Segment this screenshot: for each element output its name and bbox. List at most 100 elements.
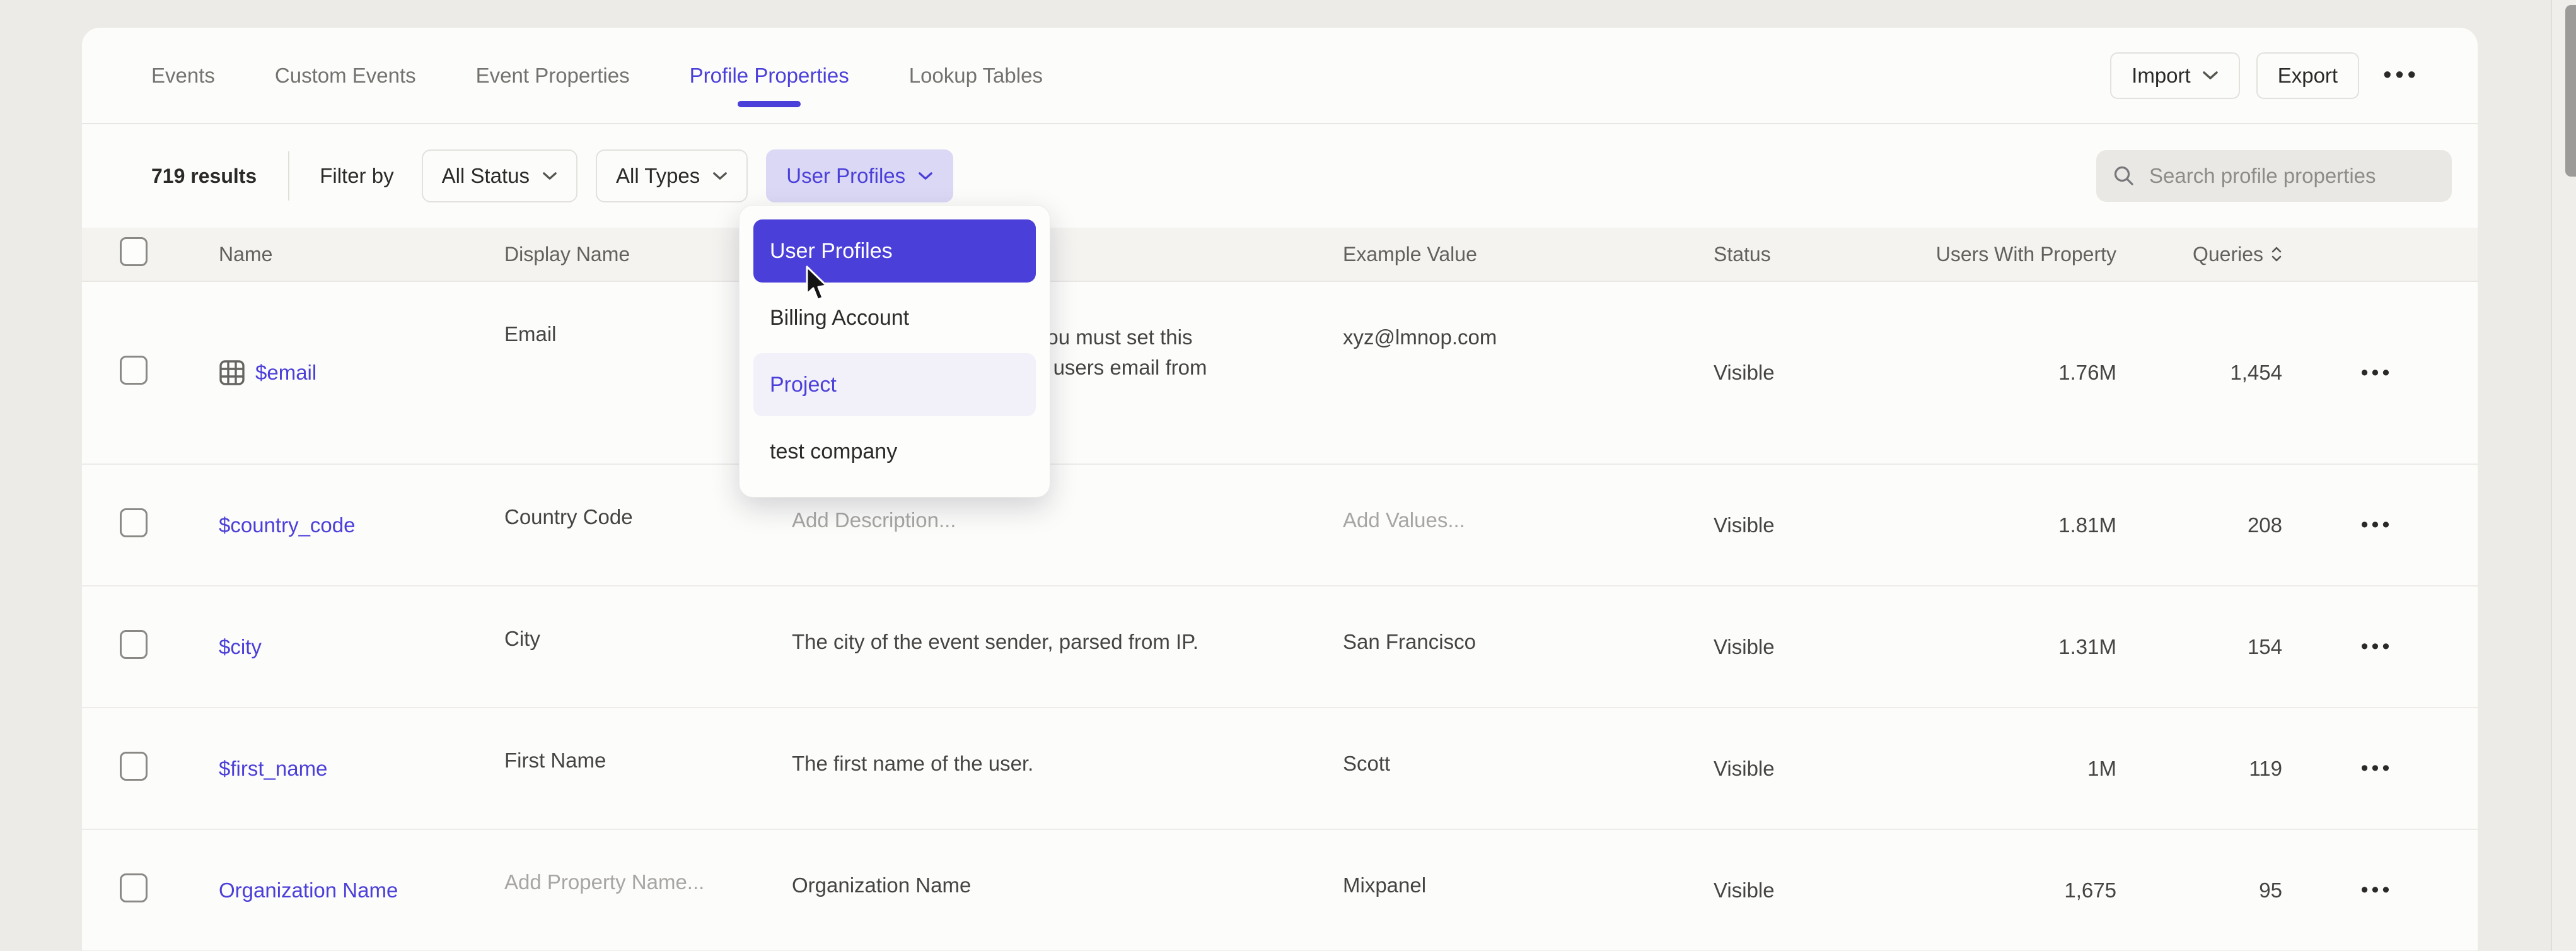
menu-item-test-company[interactable]: test company [753,420,1036,483]
vertical-divider [288,151,289,201]
property-name-link[interactable]: $city [219,635,262,659]
results-count: 719 results [151,165,257,188]
table-row: $email Email The user's email address. Y… [82,282,2478,465]
menu-item-user-profiles[interactable]: User Profiles [753,219,1036,283]
vertical-scrollbar [2551,0,2576,951]
row-checkbox[interactable] [120,508,148,537]
table-header: Name Display Name Description Example Va… [82,228,2478,282]
queries-cell: 95 [2116,878,2282,902]
example-value-cell[interactable]: Add Values... [1343,465,1714,535]
menu-item-billing-account[interactable]: Billing Account [753,286,1036,349]
import-button-label: Import [2132,64,2191,88]
row-checkbox[interactable] [120,630,148,659]
status-cell[interactable]: Visible [1714,361,1935,385]
entity-filter-dropdown[interactable]: User Profiles [766,149,953,202]
table-row: Organization Name Add Property Name... O… [82,830,2478,951]
table-row: $city City The city of the event sender,… [82,586,2478,708]
tab-label: Custom Events [275,64,416,88]
display-name-cell[interactable]: City [504,586,792,651]
status-cell[interactable]: Visible [1714,513,1935,537]
property-name-link[interactable]: $country_code [219,513,355,537]
row-checkbox[interactable] [120,356,148,385]
users-with-property-cell: 1.81M [1935,513,2116,537]
header-name: Name [219,243,504,266]
description-cell[interactable]: The first name of the user. [792,708,1343,779]
header-users-with-property: Users With Property [1935,243,2116,266]
queries-cell: 208 [2116,513,2282,537]
search-box[interactable] [2096,150,2452,202]
row-checkbox[interactable] [120,752,148,781]
tabs: Events Custom Events Event Properties Pr… [151,27,1043,124]
table-row: $country_code Country Code Add Descripti… [82,465,2478,586]
display-name-cell[interactable]: Add Property Name... [504,830,792,894]
tab-bar: Events Custom Events Event Properties Pr… [82,28,2478,124]
export-button[interactable]: Export [2256,52,2359,99]
tab-label: Lookup Tables [909,64,1043,88]
entity-filter-label: User Profiles [786,164,905,188]
tab-label: Events [151,64,215,88]
table-row: $first_name First Name The first name of… [82,708,2478,830]
tab-custom-events[interactable]: Custom Events [275,27,416,124]
header-checkbox-cell [120,237,219,271]
queries-cell: 1,454 [2116,361,2282,385]
status-cell[interactable]: Visible [1714,757,1935,781]
lexicon-screen: Events Custom Events Event Properties Pr… [0,0,2576,951]
header-queries-sort[interactable]: Queries [2116,243,2282,266]
header-status: Status [1714,243,1935,266]
property-name-link[interactable]: $first_name [219,757,327,781]
row-actions-button[interactable]: ••• [2361,878,2393,902]
table-grid-icon [219,359,245,386]
property-name-link[interactable]: $email [255,361,316,385]
description-cell[interactable]: The city of the event sender, parsed fro… [792,586,1343,657]
example-value-cell[interactable]: Scott [1343,708,1714,779]
chevron-down-icon [712,172,728,181]
row-checkbox[interactable] [120,873,148,902]
example-value-cell[interactable]: San Francisco [1343,586,1714,657]
tab-lookup-tables[interactable]: Lookup Tables [909,27,1043,124]
header-queries-label: Queries [2193,243,2263,266]
status-filter-label: All Status [442,164,530,188]
menu-item-project[interactable]: Project [753,353,1036,416]
more-actions-button[interactable]: ••• [2376,62,2427,89]
chevron-down-icon [918,172,933,181]
users-with-property-cell: 1,675 [1935,878,2116,902]
sort-chevrons-icon [2271,247,2282,262]
example-value-cell[interactable]: xyz@lmnop.com [1343,282,1714,353]
row-actions-button[interactable]: ••• [2361,361,2393,385]
select-all-checkbox[interactable] [120,237,148,266]
property-name-link[interactable]: Organization Name [219,878,398,902]
type-filter-dropdown[interactable]: All Types [596,149,748,202]
users-with-property-cell: 1M [1935,757,2116,781]
chevron-down-icon [542,172,557,181]
status-cell[interactable]: Visible [1714,878,1935,902]
tab-events[interactable]: Events [151,27,215,124]
chevron-down-icon [2202,71,2219,81]
example-value-cell[interactable]: Mixpanel [1343,830,1714,901]
row-actions-button[interactable]: ••• [2361,756,2393,781]
description-cell[interactable]: Organization Name [792,830,1343,901]
header-example-value: Example Value [1343,243,1714,266]
tab-profile-properties[interactable]: Profile Properties [690,27,849,124]
status-cell[interactable]: Visible [1714,635,1935,659]
status-filter-dropdown[interactable]: All Status [422,149,577,202]
row-actions-button[interactable]: ••• [2361,513,2393,537]
queries-cell: 154 [2116,635,2282,659]
row-actions-button[interactable]: ••• [2361,634,2393,659]
lexicon-card: Events Custom Events Event Properties Pr… [82,28,2478,951]
import-button[interactable]: Import [2110,52,2240,99]
display-name-cell[interactable]: First Name [504,708,792,773]
scrollbar-thumb[interactable] [2565,5,2576,177]
search-icon [2113,165,2135,187]
users-with-property-cell: 1.31M [1935,635,2116,659]
queries-cell: 119 [2116,757,2282,781]
type-filter-label: All Types [616,164,700,188]
active-tab-underline [738,101,801,107]
tab-label: Event Properties [476,64,630,88]
users-with-property-cell: 1.76M [1935,361,2116,385]
filter-chips: All Status All Types User Profiles [422,149,954,202]
export-button-label: Export [2278,64,2338,88]
tab-label: Profile Properties [690,64,849,88]
toolbar-actions: Import Export ••• [2110,52,2427,99]
search-input[interactable] [2149,164,2435,188]
tab-event-properties[interactable]: Event Properties [476,27,630,124]
